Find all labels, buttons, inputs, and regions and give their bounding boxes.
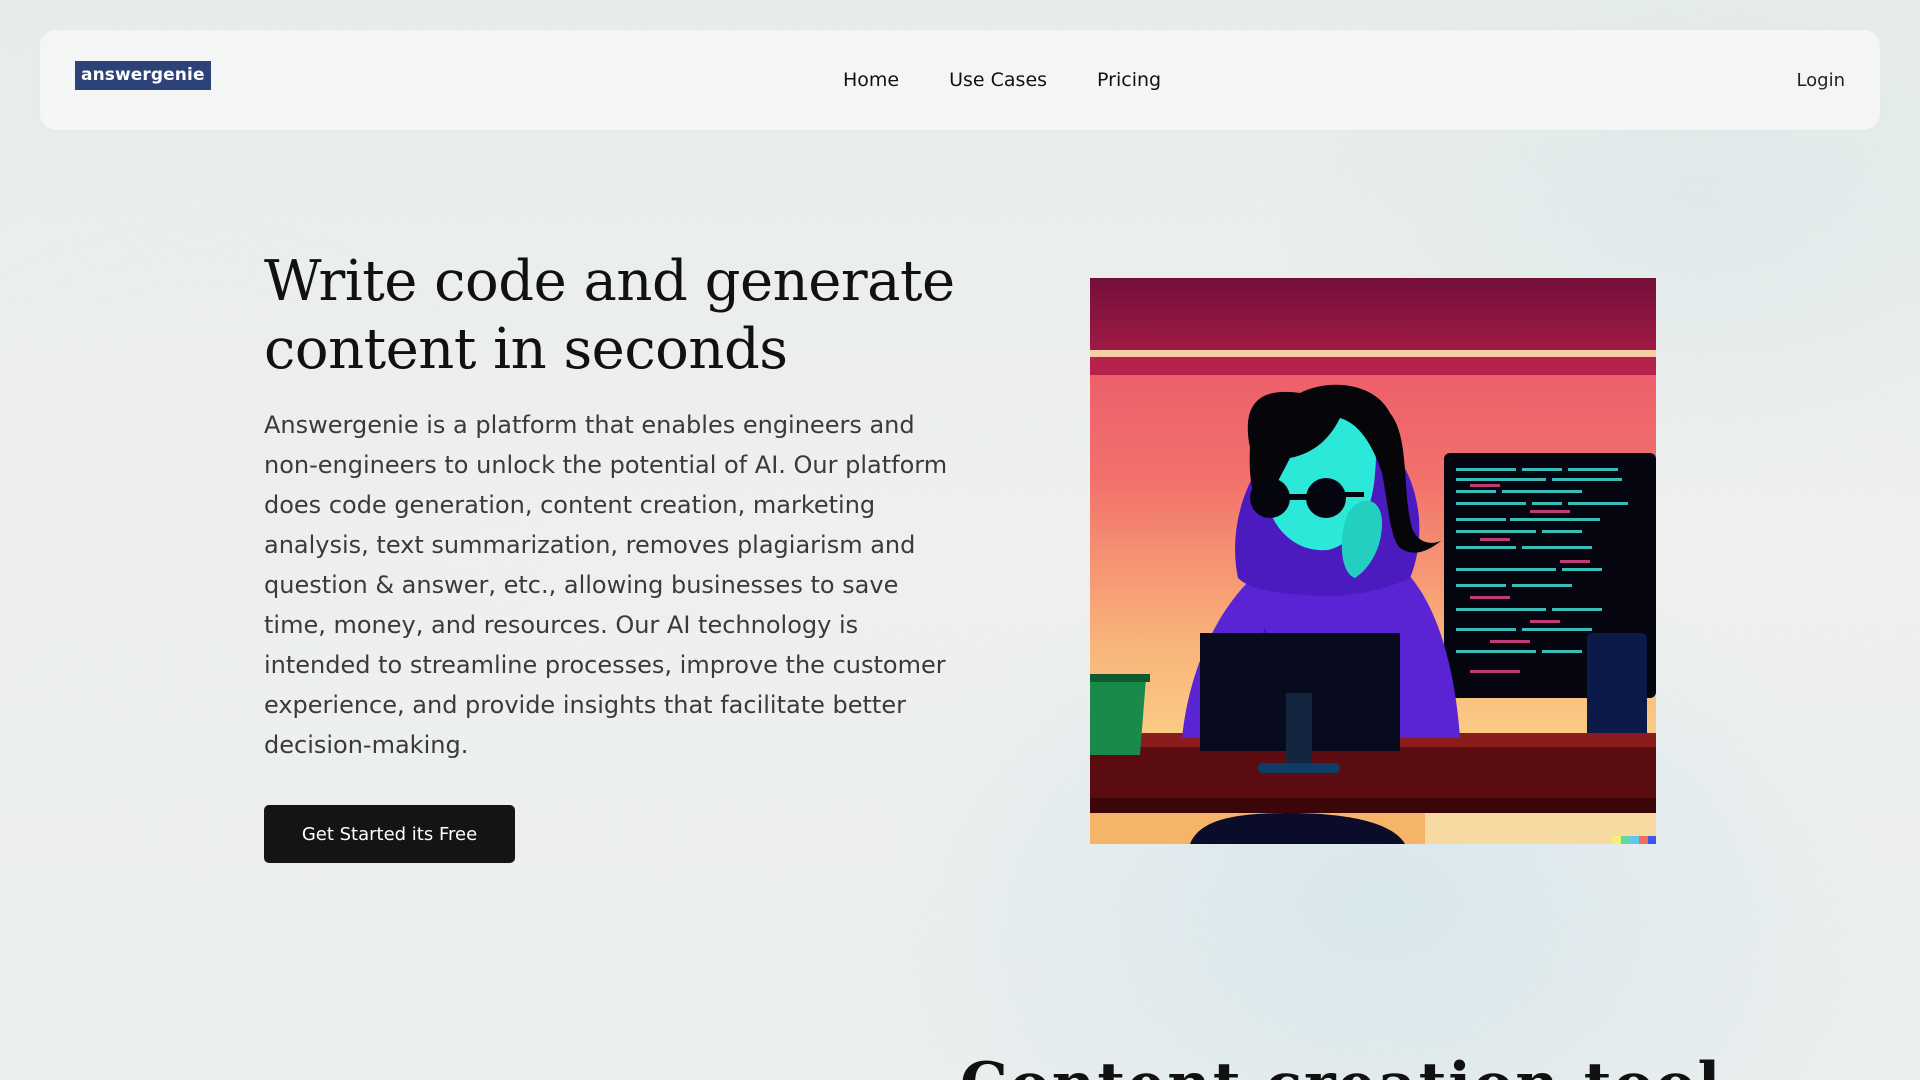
section-heading: Content creation tool (960, 1050, 1722, 1080)
hero-title-line1: Write code and generate (264, 249, 955, 314)
navbar: answergenie Home Use Cases Pricing Login (40, 30, 1880, 130)
developer-illustration-icon (1090, 278, 1656, 844)
hero-description: Answergenie is a platform that enables e… (264, 411, 948, 759)
nav-link-use-cases[interactable]: Use Cases (949, 69, 1047, 91)
brand-logo[interactable]: answergenie (75, 61, 211, 90)
hero-title: Write code and generate content in secon… (264, 248, 984, 384)
hero-title-line2: content in seconds (264, 317, 788, 382)
nav-link-home[interactable]: Home (843, 69, 899, 91)
nav-link-pricing[interactable]: Pricing (1097, 69, 1161, 91)
main-nav: Home Use Cases Pricing (843, 30, 1161, 130)
login-link[interactable]: Login (1796, 30, 1845, 130)
get-started-button[interactable]: Get Started its Free (264, 805, 515, 863)
